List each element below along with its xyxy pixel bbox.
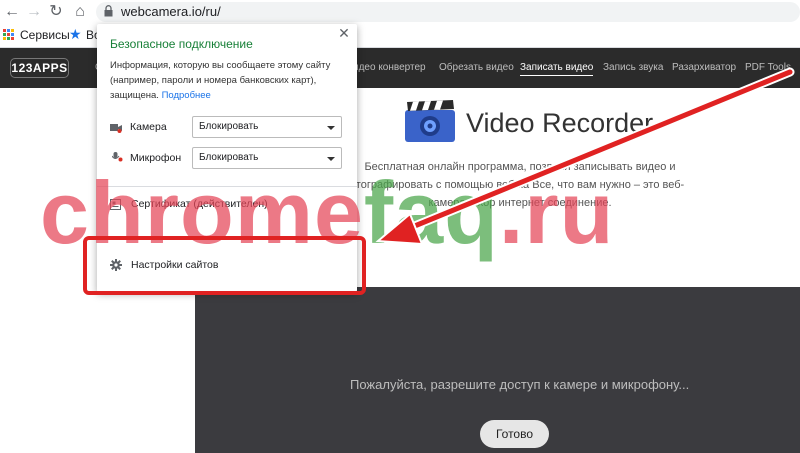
back-icon[interactable]: ← bbox=[2, 2, 22, 22]
microphone-blocked-icon bbox=[112, 152, 123, 162]
nav-pdf-tools[interactable]: PDF Tools bbox=[745, 62, 791, 73]
chevron-down-icon bbox=[327, 157, 335, 161]
video-camera-icon bbox=[405, 100, 455, 142]
lock-icon[interactable] bbox=[104, 5, 113, 17]
nav-unarchiver[interactable]: Разархиватор bbox=[672, 62, 736, 73]
site-logo[interactable]: 123APPS bbox=[10, 58, 69, 78]
done-button[interactable]: Готово bbox=[480, 420, 549, 448]
highlight-box bbox=[83, 236, 366, 295]
close-icon[interactable]: ✕ bbox=[338, 26, 350, 40]
permission-message: Пожалуйста, разрешите доступ к камере и … bbox=[350, 377, 690, 392]
camera-permission-label: Камера bbox=[130, 121, 167, 133]
popup-description-text: Информация, которую вы сообщаете этому с… bbox=[110, 60, 331, 101]
forward-icon[interactable]: → bbox=[24, 2, 44, 22]
popup-title: Безопасное подключение bbox=[110, 37, 253, 51]
page-title: Video Recorder bbox=[466, 108, 654, 138]
camera-permission-select[interactable]: Блокировать bbox=[192, 116, 342, 138]
home-icon[interactable]: ⌂ bbox=[70, 2, 90, 22]
nav-record-video[interactable]: Записать видео bbox=[520, 62, 594, 76]
url-text[interactable]: webcamera.io/ru/ bbox=[121, 4, 221, 19]
bookmark-apps-label[interactable]: Сервисы bbox=[20, 28, 70, 42]
chevron-down-icon bbox=[327, 126, 335, 130]
nav-record-audio[interactable]: Запись звука bbox=[603, 62, 663, 73]
learn-more-link[interactable]: Подробнее bbox=[162, 90, 211, 101]
watermark-part: .ru bbox=[498, 163, 615, 262]
camera-permission-value: Блокировать bbox=[199, 121, 259, 132]
camera-blocked-icon bbox=[110, 124, 122, 133]
watermark-part: faq bbox=[363, 163, 499, 262]
popup-description: Информация, которую вы сообщаете этому с… bbox=[110, 58, 342, 103]
nav-trim-video[interactable]: Обрезать видео bbox=[439, 62, 514, 73]
reload-icon[interactable]: ↻ bbox=[46, 2, 66, 22]
nav-video-converter[interactable]: идео конвертер bbox=[353, 62, 426, 73]
apps-icon[interactable] bbox=[3, 29, 15, 41]
bookmark-star-icon[interactable]: ★ bbox=[69, 26, 82, 43]
